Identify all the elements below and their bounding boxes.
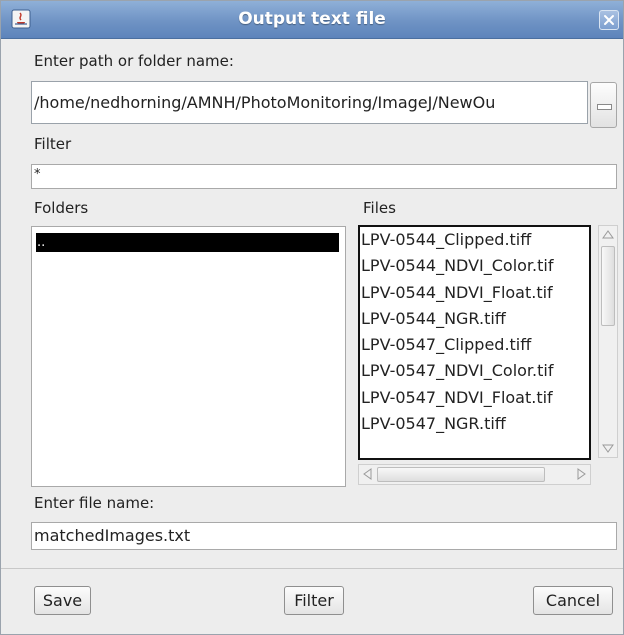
filter-button[interactable]: Filter — [284, 586, 344, 615]
output-text-file-dialog: Output text file Enter path or folder na… — [0, 0, 624, 635]
scroll-right-icon[interactable] — [573, 466, 589, 482]
title-bar[interactable]: Output text file — [1, 1, 623, 39]
close-icon[interactable] — [599, 10, 619, 30]
file-item[interactable]: LPV-0544_NDVI_Color.tif — [360, 253, 553, 279]
file-item[interactable]: LPV-0544_NDVI_Float.tif — [360, 280, 553, 306]
filter-input[interactable]: * — [31, 164, 617, 189]
filter-label: Filter — [34, 135, 72, 153]
files-list[interactable]: LPV-0544_Clipped.tiff LPV-0544_NDVI_Colo… — [358, 225, 591, 460]
path-history-button[interactable] — [590, 82, 617, 128]
save-button[interactable]: Save — [34, 586, 91, 615]
folders-list[interactable]: .. — [31, 226, 346, 487]
filename-label: Enter file name: — [34, 494, 155, 512]
scroll-left-icon[interactable] — [360, 466, 376, 482]
file-item[interactable]: LPV-0547_NDVI_Color.tif — [360, 358, 553, 384]
file-item[interactable]: LPV-0547_NGR.tiff — [360, 411, 553, 437]
folder-item-parent[interactable]: .. — [36, 233, 339, 252]
filename-input[interactable]: matchedImages.txt — [31, 522, 617, 550]
file-item[interactable]: LPV-0544_Clipped.tiff — [360, 227, 553, 253]
vertical-scroll-thumb[interactable] — [601, 246, 615, 326]
path-label: Enter path or folder name: — [34, 52, 234, 70]
scroll-up-icon[interactable] — [600, 227, 616, 243]
horizontal-scroll-thumb[interactable] — [377, 467, 545, 482]
file-item[interactable]: LPV-0547_NDVI_Float.tif — [360, 385, 553, 411]
scroll-down-icon[interactable] — [600, 440, 616, 456]
file-item[interactable]: LPV-0547_Clipped.tiff — [360, 332, 553, 358]
path-input-value: /home/nedhorning/AMNH/PhotoMonitoring/Im… — [34, 93, 496, 112]
file-item[interactable]: LPV-0544_NGR.tiff — [360, 306, 553, 332]
files-vertical-scrollbar[interactable] — [598, 225, 618, 458]
files-horizontal-scrollbar[interactable] — [358, 464, 591, 485]
folders-label: Folders — [34, 199, 89, 217]
files-label: Files — [363, 199, 396, 217]
window-title: Output text file — [238, 9, 386, 29]
cancel-button[interactable]: Cancel — [533, 586, 613, 615]
path-input[interactable]: /home/nedhorning/AMNH/PhotoMonitoring/Im… — [31, 81, 588, 124]
button-divider — [1, 568, 623, 569]
